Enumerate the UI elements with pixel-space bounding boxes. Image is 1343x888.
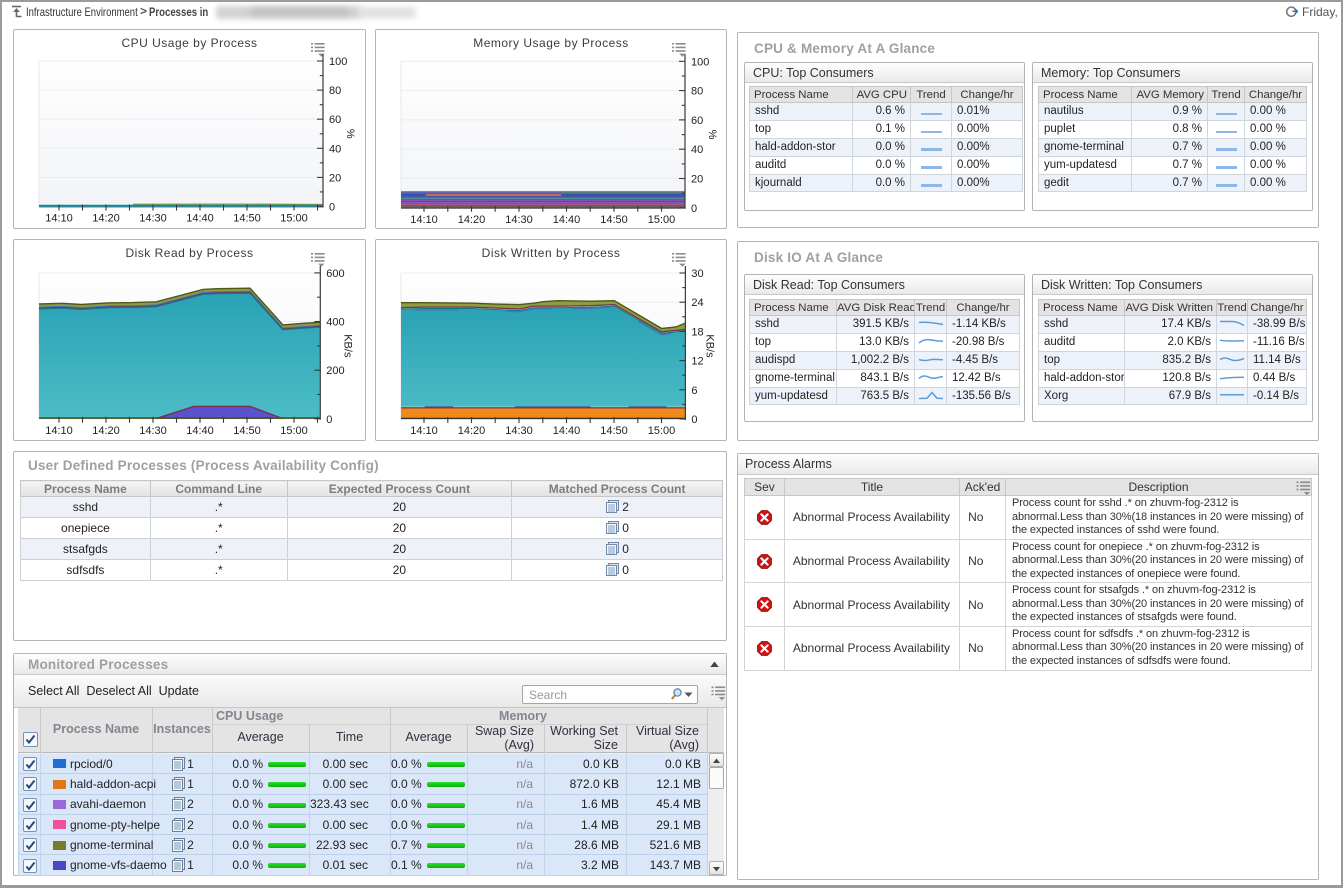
svg-text:6: 6 <box>691 385 697 397</box>
svg-text:100: 100 <box>329 56 347 68</box>
svg-text:%: % <box>344 129 356 139</box>
svg-text:60: 60 <box>691 115 703 127</box>
svg-text:24: 24 <box>691 297 703 309</box>
svg-text:100: 100 <box>691 56 709 68</box>
svg-text:Disk Written by Process: Disk Written by Process <box>482 246 621 260</box>
svg-text:14:40: 14:40 <box>186 213 214 225</box>
svg-text:KB/s: KB/s <box>703 334 715 358</box>
svg-text:CPU Usage by Process: CPU Usage by Process <box>121 36 257 50</box>
svg-text:12: 12 <box>691 356 703 368</box>
svg-text:14:50: 14:50 <box>600 214 628 226</box>
svg-text:14:20: 14:20 <box>92 213 120 225</box>
svg-text:14:30: 14:30 <box>139 213 167 225</box>
svg-text:14:10: 14:10 <box>410 425 438 437</box>
svg-text:15:00: 15:00 <box>280 425 308 437</box>
svg-text:14:10: 14:10 <box>410 214 438 226</box>
svg-text:%: % <box>706 130 718 140</box>
svg-text:14:20: 14:20 <box>458 425 486 437</box>
svg-text:14:50: 14:50 <box>600 425 628 437</box>
svg-text:80: 80 <box>691 86 703 98</box>
svg-text:14:40: 14:40 <box>553 425 581 437</box>
svg-text:40: 40 <box>691 144 703 156</box>
svg-text:40: 40 <box>329 143 341 155</box>
svg-text:14:30: 14:30 <box>505 214 533 226</box>
svg-text:20: 20 <box>691 174 703 186</box>
svg-text:14:50: 14:50 <box>233 425 261 437</box>
svg-text:14:10: 14:10 <box>45 213 73 225</box>
svg-text:15:00: 15:00 <box>648 425 676 437</box>
svg-text:0: 0 <box>326 414 332 426</box>
svg-text:18: 18 <box>691 326 703 338</box>
svg-text:14:30: 14:30 <box>139 425 167 437</box>
svg-text:20: 20 <box>329 172 341 184</box>
svg-text:400: 400 <box>326 317 344 329</box>
svg-text:600: 600 <box>326 268 344 280</box>
svg-text:14:30: 14:30 <box>505 425 533 437</box>
svg-text:15:00: 15:00 <box>280 213 308 225</box>
svg-text:Memory Usage by Process: Memory Usage by Process <box>473 36 629 50</box>
svg-text:14:40: 14:40 <box>186 425 214 437</box>
svg-text:Disk Read by Process: Disk Read by Process <box>125 246 253 260</box>
svg-text:15:00: 15:00 <box>648 214 676 226</box>
svg-text:14:20: 14:20 <box>458 214 486 226</box>
svg-text:14:50: 14:50 <box>233 213 261 225</box>
svg-text:0: 0 <box>329 202 335 214</box>
svg-text:14:20: 14:20 <box>92 425 120 437</box>
svg-text:0: 0 <box>691 414 697 426</box>
svg-text:30: 30 <box>691 268 703 280</box>
svg-text:80: 80 <box>329 85 341 97</box>
svg-text:14:40: 14:40 <box>553 214 581 226</box>
svg-text:KB/s: KB/s <box>341 334 353 358</box>
svg-text:0: 0 <box>691 203 697 215</box>
svg-text:60: 60 <box>329 114 341 126</box>
svg-text:14:10: 14:10 <box>45 425 73 437</box>
svg-text:200: 200 <box>326 365 344 377</box>
